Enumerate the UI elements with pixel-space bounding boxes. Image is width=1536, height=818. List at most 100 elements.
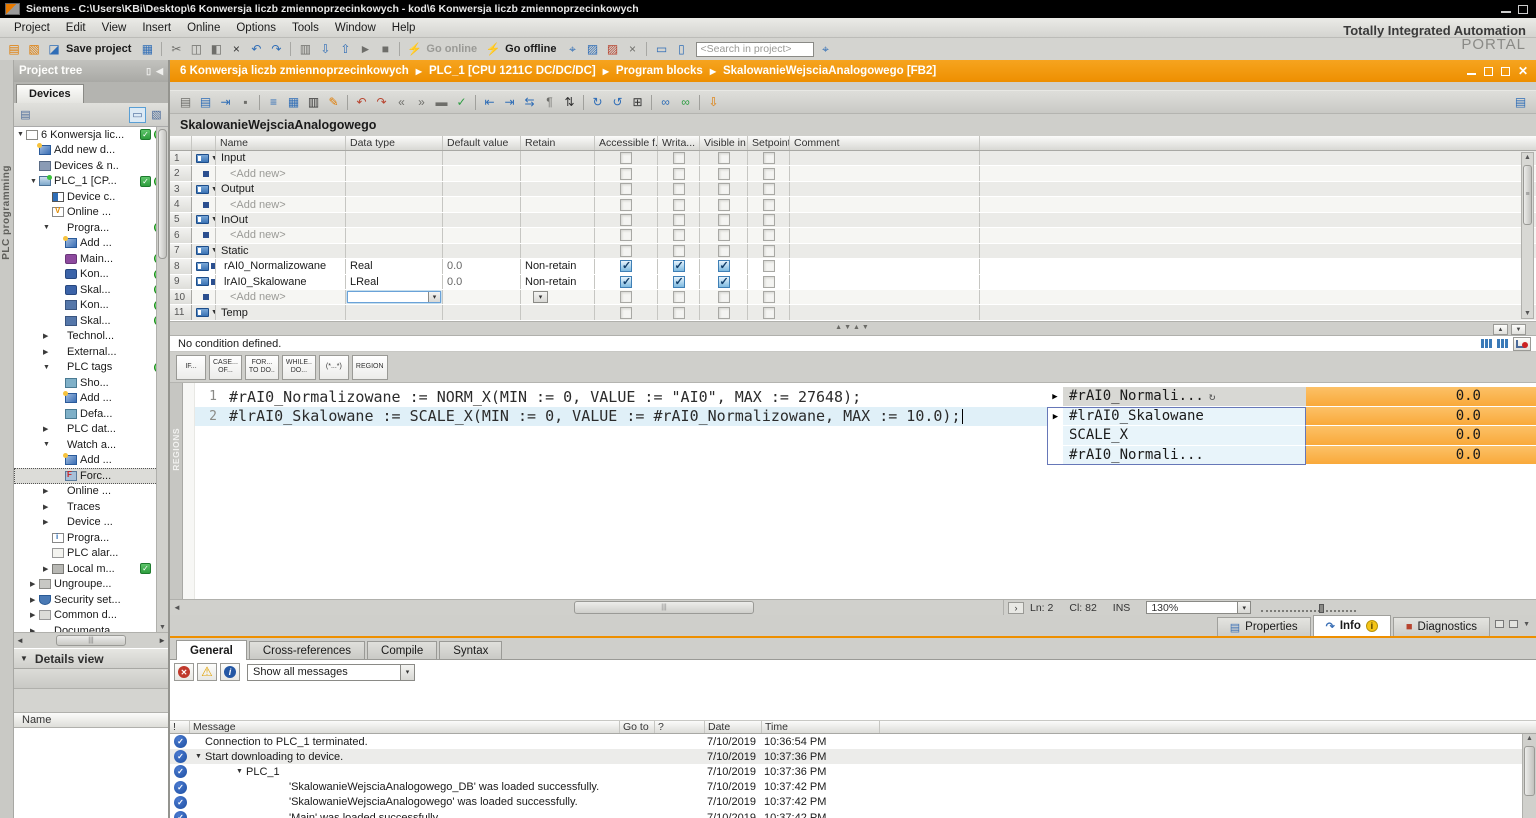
editor-toolbar-icon[interactable]: ▦ — [284, 93, 303, 111]
tree-item[interactable]: Progra... — [14, 530, 168, 546]
writable-checkbox[interactable] — [658, 197, 700, 212]
datatype-edit-box[interactable]: ▾ — [347, 290, 441, 304]
print-icon[interactable]: ▦ — [138, 41, 156, 58]
message-expander-icon[interactable] — [236, 768, 246, 775]
setpoint-checkbox[interactable] — [748, 151, 790, 166]
stop-simulation-icon[interactable]: ▨ — [603, 41, 621, 58]
visible-checkbox[interactable] — [700, 289, 748, 305]
code-line[interactable]: 1 #rAI0_Normalizowane := NORM_X(MIN := 0… — [195, 387, 1047, 407]
tab-diagnostics[interactable]: ■ Diagnostics — [1392, 617, 1490, 636]
breakpoint-icon[interactable] — [1513, 336, 1531, 351]
regions-tab[interactable]: REGIONS — [170, 383, 183, 599]
interface-defaultvalue-cell[interactable]: 0.0 — [443, 274, 521, 289]
interface-datatype-cell[interactable]: ▾ — [346, 151, 443, 166]
tree-item[interactable]: Security set... — [14, 592, 168, 608]
watch-row[interactable]: #rAI0_Normali...↻ 0.0 — [1047, 387, 1536, 407]
setpoint-checkbox[interactable] — [748, 181, 790, 197]
tree-item[interactable]: PLC dat... — [14, 422, 168, 438]
zoom-slider[interactable] — [1261, 602, 1357, 614]
tree-item[interactable]: Device c.. — [14, 189, 168, 205]
writable-checkbox[interactable] — [658, 151, 700, 166]
setpoint-checkbox[interactable] — [748, 259, 790, 274]
visible-checkbox[interactable] — [700, 274, 748, 289]
add-column-icon[interactable]: ▧ — [148, 107, 165, 123]
tree-item[interactable]: Online ... — [14, 484, 168, 500]
interface-row[interactable]: 6 ▼ <Add new> ▾ ▾ — [170, 228, 1536, 244]
watch-value[interactable]: 0.0 — [1306, 387, 1536, 407]
col-writable[interactable]: Writa... — [658, 136, 700, 150]
inspector-menu-icon[interactable]: ▼ — [1523, 621, 1530, 628]
accessible-checkbox[interactable] — [595, 151, 658, 166]
watch-operand[interactable]: #rAI0_Normali...↻ — [1063, 445, 1306, 465]
tree-item[interactable]: Defa... — [14, 406, 168, 422]
col-datatype[interactable]: Data type — [346, 136, 443, 150]
editor-toolbar-icon[interactable]: ✓ — [452, 93, 471, 111]
interface-defaultvalue-cell[interactable] — [443, 243, 521, 259]
message-vertical-scrollbar[interactable]: ▲ — [1522, 734, 1536, 818]
editor-toolbar-icon[interactable]: ✎ — [324, 93, 343, 111]
message-row[interactable]: 'SkalowanieWejsciaAnalogowego' was loade… — [170, 795, 1522, 810]
visible-checkbox[interactable] — [700, 212, 748, 228]
interface-comment-cell[interactable] — [790, 274, 980, 289]
menu-item[interactable]: Insert — [134, 20, 179, 36]
menu-item[interactable]: Window — [327, 20, 384, 36]
go-online-icon[interactable]: ⚡ — [405, 41, 423, 58]
message-row[interactable]: 'Main' was loaded successfully. 7/10/201… — [170, 810, 1522, 818]
writable-checkbox[interactable] — [658, 166, 700, 181]
interface-defaultvalue-cell[interactable] — [443, 305, 521, 320]
watch-row[interactable]: SCALE_X↻ 0.0 — [1047, 426, 1536, 446]
tree-item[interactable]: Add new d... — [14, 143, 168, 159]
tree-expander-icon[interactable] — [43, 364, 52, 371]
code-text[interactable]: #rAI0_Normalizowane := NORM_X(MIN := 0, … — [229, 388, 861, 406]
tree-item[interactable]: Devices & n.. — [14, 158, 168, 174]
code-text[interactable]: #lrAI0_Skalowane := SCALE_X(MIN := 0, VA… — [229, 407, 961, 425]
editor-toolbar-icon[interactable] — [583, 94, 584, 110]
accessible-checkbox[interactable] — [595, 259, 658, 274]
editor-toolbar-icon[interactable]: ⇅ — [560, 93, 579, 111]
interface-defaultvalue-cell[interactable] — [443, 181, 521, 197]
interface-defaultvalue-cell[interactable] — [443, 166, 521, 181]
retain-dropdown-icon[interactable]: ▾ — [533, 291, 548, 304]
interface-retain-cell[interactable]: ▾ — [521, 289, 595, 305]
writable-checkbox[interactable] — [658, 243, 700, 259]
delete-icon[interactable]: × — [227, 41, 245, 58]
interface-row[interactable]: 1 ▼ Input ▾ ▾ — [170, 151, 1536, 167]
editor-toolbar-icon[interactable]: ≡ — [264, 93, 283, 111]
writable-checkbox[interactable] — [658, 289, 700, 305]
setpoint-checkbox[interactable] — [748, 243, 790, 259]
editor-toolbar-icon[interactable]: ¶ — [540, 93, 559, 111]
paste-icon[interactable]: ◧ — [207, 41, 225, 58]
tree-item[interactable]: PLC_1 [CP... — [14, 174, 168, 190]
tree-item[interactable]: Common d... — [14, 608, 168, 624]
splitter-handle-icon[interactable]: ▲▼▲▼ — [818, 324, 888, 331]
accessible-checkbox[interactable] — [595, 289, 658, 305]
interface-retain-cell[interactable]: Non-retain ▾ — [521, 259, 595, 274]
interface-comment-cell[interactable] — [790, 259, 980, 274]
tree-item[interactable]: PLC alar... — [14, 546, 168, 562]
setpoint-checkbox[interactable] — [748, 197, 790, 212]
info-subtab[interactable]: General — [176, 640, 247, 660]
accessible-checkbox[interactable] — [595, 181, 658, 197]
stop-cpu-icon[interactable]: ■ — [376, 41, 394, 58]
visible-checkbox[interactable] — [700, 259, 748, 274]
accessible-checkbox[interactable] — [595, 228, 658, 243]
interface-row[interactable]: 3 ▼ Output ▾ ▾ — [170, 181, 1536, 198]
tree-item[interactable]: Traces — [14, 499, 168, 515]
tree-item[interactable]: Main... — [14, 251, 168, 267]
zoom-dropdown-icon[interactable]: ▾ — [1237, 602, 1251, 613]
interface-name-cell[interactable]: <Add new> — [216, 197, 346, 212]
interface-row[interactable]: 11 ▼ Temp ▾ ▾ — [170, 305, 1536, 321]
rail-label[interactable]: PLC programming — [1, 165, 12, 260]
interface-comment-cell[interactable] — [790, 243, 980, 259]
message-row[interactable]: Start downloading to device. 7/10/2019 1… — [170, 749, 1522, 765]
interface-retain-cell[interactable]: ▾ — [521, 181, 595, 197]
visible-checkbox[interactable] — [700, 243, 748, 259]
editor-toolbar-icon[interactable]: ▤ — [196, 93, 215, 111]
snippet-button[interactable]: CASE... OF... — [209, 354, 242, 380]
editor-toolbar-icon[interactable]: ∞ — [656, 93, 675, 111]
interface-row[interactable]: 5 ▼ InOut ▾ ▾ — [170, 212, 1536, 229]
visible-checkbox[interactable] — [700, 151, 748, 166]
setpoint-checkbox[interactable] — [748, 212, 790, 228]
menu-item[interactable]: Online — [179, 20, 228, 36]
scroll-right-icon[interactable]: ► — [158, 636, 166, 645]
